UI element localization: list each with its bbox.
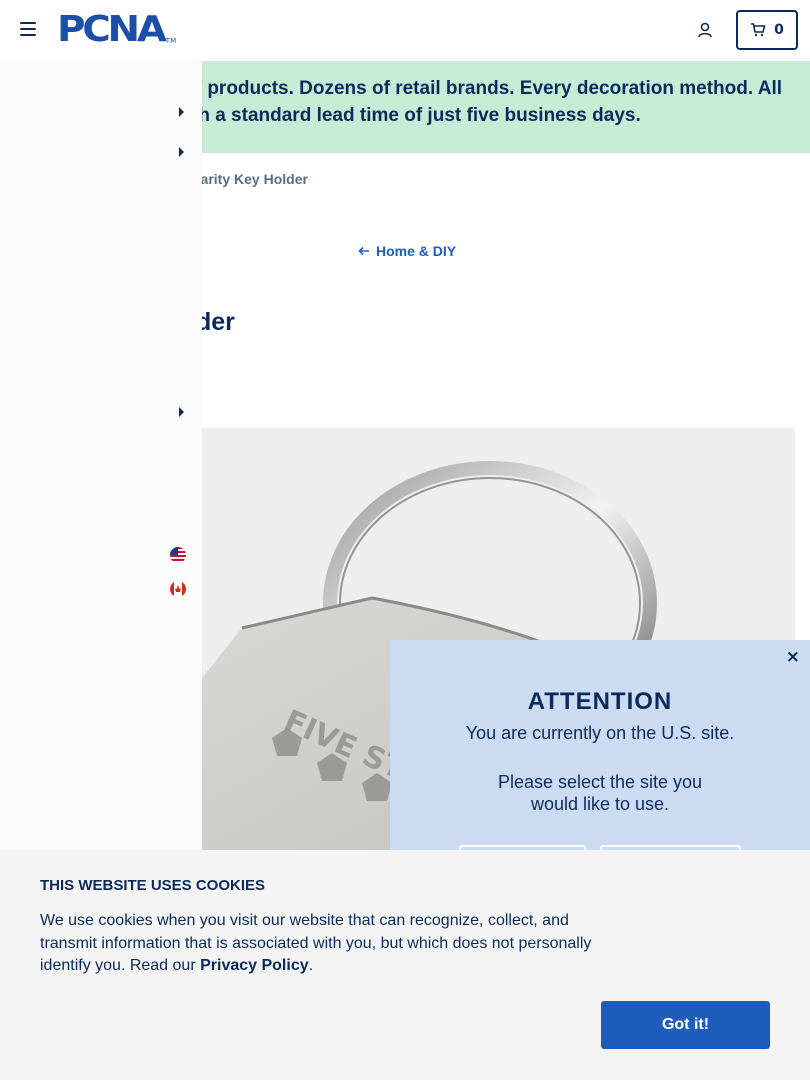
- logo-trademark: TM: [165, 37, 177, 45]
- site-header: PCNA TM 0: [0, 0, 810, 60]
- nav-expand-icon[interactable]: [179, 107, 184, 117]
- cookie-body-period: .: [308, 957, 314, 974]
- arrow-left-icon: [358, 246, 369, 256]
- got-it-button[interactable]: Got it!: [601, 1001, 770, 1049]
- attention-instruction-2: would like to use.: [530, 794, 670, 814]
- nav-expand-icon[interactable]: [179, 407, 184, 417]
- back-link[interactable]: Home & DIY: [358, 243, 456, 259]
- pcna-logo[interactable]: PCNA TM: [57, 9, 177, 50]
- attention-instruction-1: Please select the site you: [497, 772, 703, 792]
- menu-icon[interactable]: [20, 22, 36, 36]
- close-icon[interactable]: ×: [786, 649, 800, 666]
- logo-text: PCNA: [57, 9, 167, 50]
- cookie-title: THIS WEBSITE USES COOKIES: [40, 877, 266, 894]
- cookie-banner: THIS WEBSITE USES COOKIES We use cookies…: [0, 850, 810, 1080]
- attention-title: ATTENTION: [527, 688, 673, 715]
- breadcrumb[interactable]: harity Key Holder: [192, 171, 308, 187]
- back-link-label: Home & DIY: [376, 243, 457, 259]
- cookie-body: We use cookies when you visit our websit…: [40, 910, 610, 978]
- us-flag-icon[interactable]: [170, 547, 186, 563]
- account-icon[interactable]: [697, 21, 715, 39]
- cart-count: 0: [774, 22, 784, 38]
- privacy-policy-link[interactable]: Privacy Policy: [200, 957, 309, 974]
- cart-icon: [751, 23, 766, 37]
- canada-flag-icon[interactable]: [170, 581, 186, 597]
- side-nav-drawer: [0, 60, 202, 850]
- cookie-body-text: We use cookies when you visit our websit…: [40, 912, 592, 974]
- nav-expand-icon[interactable]: [179, 147, 184, 157]
- site-selector-modal: × ATTENTION You are currently on the U.S…: [390, 640, 810, 885]
- cart-button[interactable]: 0: [736, 10, 798, 50]
- attention-current-site: You are currently on the U.S. site.: [465, 723, 735, 743]
